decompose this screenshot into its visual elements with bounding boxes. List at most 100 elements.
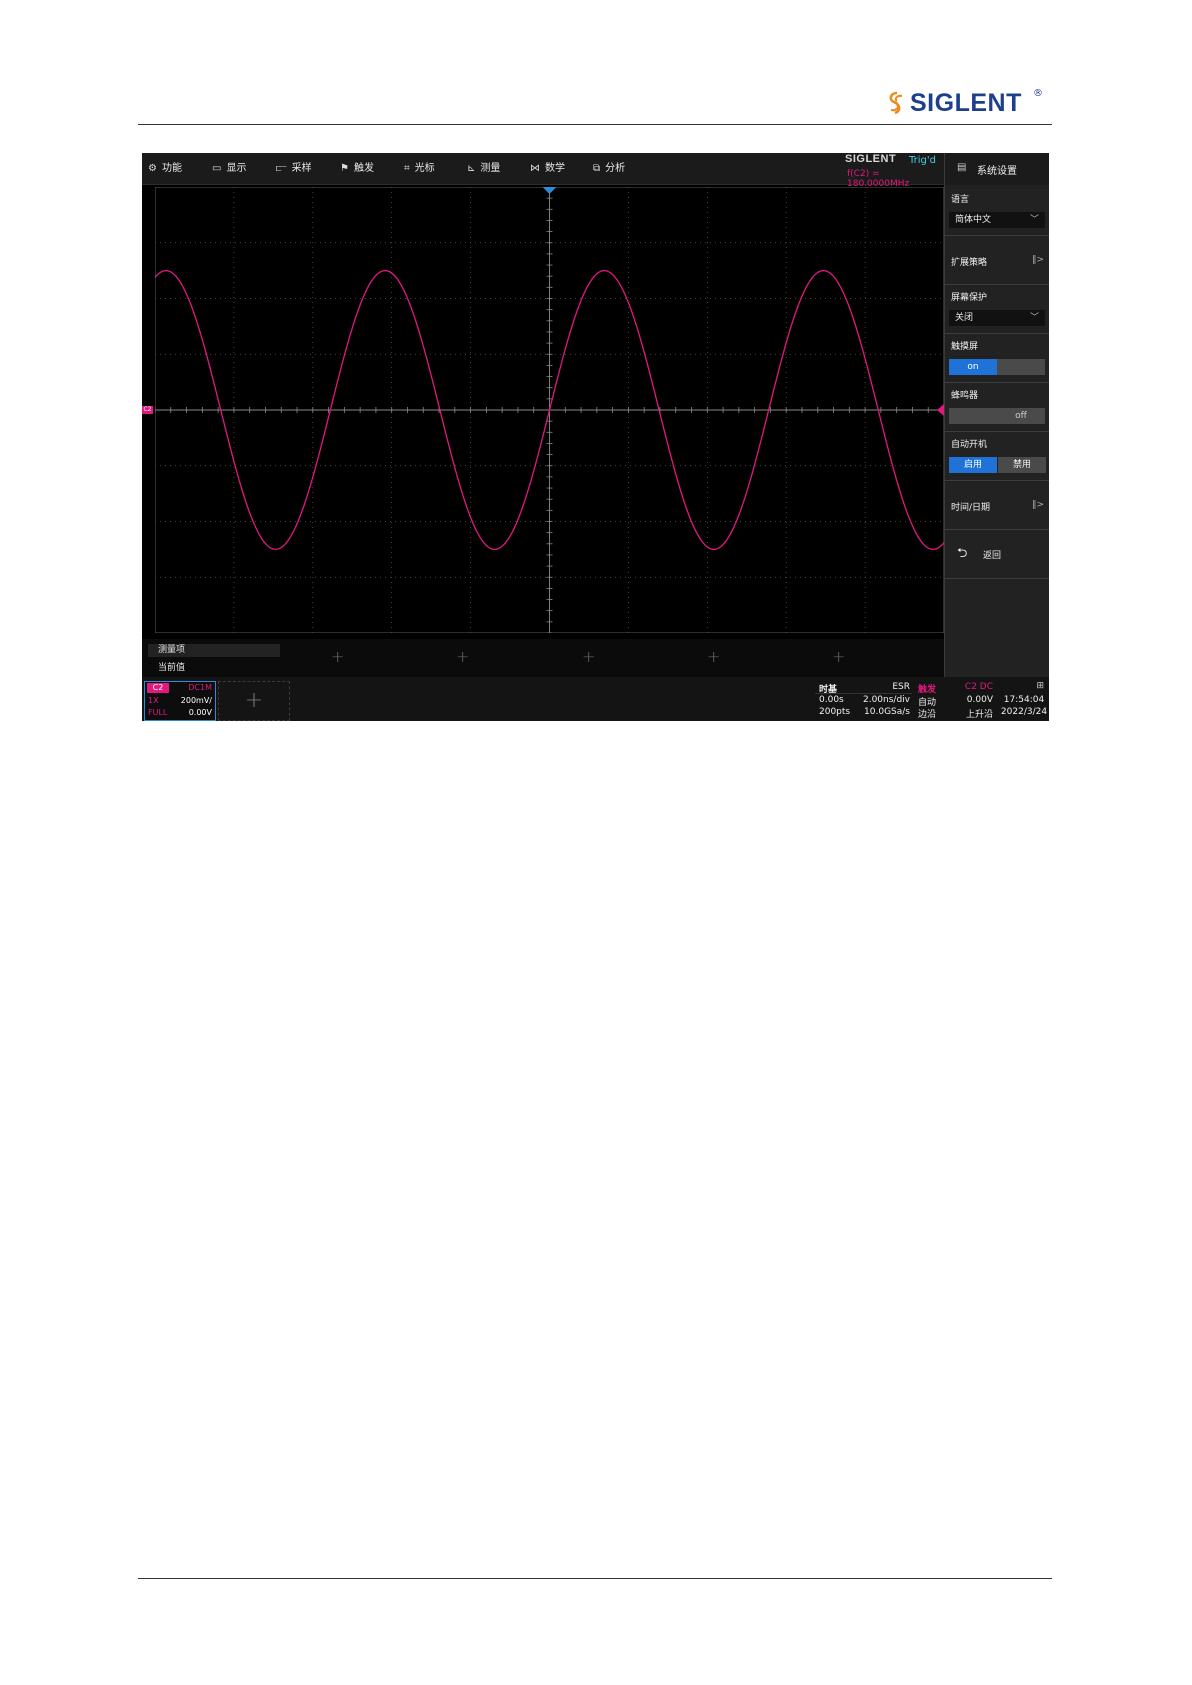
add-channel-button[interactable]: + — [218, 681, 290, 721]
submenu-arrow-icon: ‖> — [1031, 500, 1044, 510]
monitor-icon: ▭ — [212, 163, 222, 174]
menu-item-function[interactable]: ⚙ 功能 — [148, 153, 182, 184]
back-label: 返回 — [983, 551, 1002, 561]
menu-item-measure[interactable]: ⊾ 测量 — [467, 153, 500, 184]
cursor-icon: ⌗ — [404, 163, 410, 174]
menu-item-label: 触发 — [353, 163, 374, 174]
menu-item-math[interactable]: ⋈ 数学 — [530, 153, 565, 184]
measure-icon: ⊾ — [467, 163, 476, 174]
buzzer-toggle[interactable]: off — [949, 408, 1045, 424]
math-icon: ⋈ — [530, 163, 540, 174]
clock-time: 17:54:04 — [1003, 695, 1045, 705]
header-rule — [138, 124, 1052, 125]
timebase-mode: ESR — [892, 682, 910, 692]
add-measure-plus[interactable]: + — [707, 647, 720, 666]
menu-item-label: 功能 — [161, 163, 182, 174]
separator — [945, 333, 1049, 334]
flag-icon: ⚑ — [340, 163, 349, 174]
timebase-points: 200pts — [819, 707, 851, 717]
separator — [945, 284, 1049, 285]
add-measure-plus[interactable]: + — [331, 647, 344, 666]
add-measure-plus[interactable]: + — [832, 647, 845, 666]
datetime-item[interactable]: 时间/日期 ‖> — [945, 481, 1049, 529]
menu-item-display[interactable]: ▭ 显示 — [212, 153, 246, 184]
menu-item-label: 数学 — [545, 163, 565, 174]
menu-item-label: 分析 — [605, 163, 626, 174]
menu-item-analysis[interactable]: ⧉ 分析 — [593, 153, 625, 184]
trigger-level: 0.00V — [966, 695, 993, 705]
timebase-box[interactable]: 时基 ESR 0.00s 2.00ns/div 200pts 10.0GSa/s — [815, 681, 912, 721]
trigger-status: Trig'd — [909, 155, 936, 166]
trigger-source: C2 DC — [964, 682, 993, 692]
system-settings-panel: ▤ 系统设置 语言 简体中文 ﹀ 扩展策略 ‖> 屏幕保护 关闭 ﹀ 触摸屏 o… — [944, 153, 1049, 677]
measure-value-label: 当前值 — [158, 663, 186, 673]
oscilloscope-screen: ⚙ 功能 ▭ 显示 ⫍ 采样 ⚑ 触发 ⌗ 光标 ⊾ 测量 ⋈ 数学 ⧉ 分析 — [142, 153, 1049, 721]
chevron-down-icon: ﹀ — [1029, 215, 1039, 225]
add-measure-plus[interactable]: + — [582, 647, 595, 666]
screensaver-dropdown[interactable]: 关闭 ﹀ — [949, 310, 1045, 326]
trigger-title: 触发 — [918, 685, 937, 695]
timebase-scale: 2.00ns/div — [862, 695, 910, 705]
buzzer-label: 蜂鸣器 — [951, 391, 979, 401]
sampling-icon: ⫍ — [276, 163, 287, 174]
menu-item-acquire[interactable]: ⫍ 采样 — [276, 153, 312, 184]
timebase-sample-rate: 10.0GSa/s — [864, 707, 910, 717]
measure-item-label[interactable]: 测量项 — [148, 644, 280, 657]
channel-2-offset-marker[interactable]: C2 — [142, 406, 153, 414]
channel-probe: 1X — [148, 696, 159, 705]
channel-bandwidth: FULL — [148, 708, 168, 717]
touchscreen-toggle[interactable]: on — [949, 359, 1045, 375]
footer-rule — [138, 1578, 1052, 1579]
add-measure-plus[interactable]: + — [456, 647, 469, 666]
settings-doc-icon: ▤ — [957, 162, 967, 173]
trigger-type: 边沿 — [918, 710, 937, 720]
auto-power-disable[interactable]: 禁用 — [997, 457, 1046, 473]
timebase-divider — [815, 693, 912, 694]
screen-brand: SIGLENT — [845, 153, 897, 165]
datetime-label: 时间/日期 — [951, 503, 991, 513]
auto-power-label: 自动开机 — [951, 440, 988, 450]
waveform-display[interactable] — [155, 187, 944, 633]
language-value: 简体中文 — [955, 215, 992, 225]
measurement-bar: 测量项 当前值 + + + + + — [142, 639, 944, 677]
expand-strategy-item[interactable]: 扩展策略 ‖> — [945, 236, 1049, 284]
clock-date: 2022/3/24 — [1000, 707, 1048, 717]
menu-item-cursor[interactable]: ⌗ 光标 — [404, 153, 435, 184]
touchscreen-label: 触摸屏 — [951, 342, 979, 352]
registered-mark: ® — [1033, 88, 1043, 99]
channel-scale: 200mV/ — [180, 696, 212, 705]
panel-header: ▤ 系统设置 — [945, 153, 1049, 185]
logo-text: SIGLENT — [910, 89, 1022, 117]
channel-2-info-box[interactable]: C2 DC1M 1X 200mV/ FULL 0.00V — [144, 681, 216, 721]
panel-title: 系统设置 — [977, 166, 1017, 177]
channel-name: C2 — [147, 683, 169, 693]
top-menu-bar: ⚙ 功能 ▭ 显示 ⫍ 采样 ⚑ 触发 ⌗ 光标 ⊾ 测量 ⋈ 数学 ⧉ 分析 — [142, 153, 944, 189]
siglent-logo: SIGLENT ® — [886, 86, 1046, 120]
screensaver-value: 关闭 — [955, 313, 974, 323]
gear-icon: ⚙ — [148, 163, 157, 174]
buzzer-off: off — [1015, 411, 1027, 421]
menu-item-label: 测量 — [480, 163, 501, 174]
back-button[interactable]: ⮌ 返回 — [945, 530, 1049, 578]
touchscreen-on: on — [949, 359, 997, 375]
clock-box: ⊞ 17:54:04 2022/3/24 — [1000, 681, 1048, 721]
menu-item-label: 光标 — [414, 163, 435, 174]
channel-coupling: DC1M — [188, 683, 212, 692]
channel-offset: 0.00V — [188, 708, 212, 717]
separator — [945, 382, 1049, 383]
network-icon: ⊞ — [1036, 681, 1044, 691]
separator — [945, 431, 1049, 432]
timebase-delay: 0.00s — [819, 695, 844, 705]
menu-item-label: 显示 — [226, 163, 247, 174]
submenu-arrow-icon: ‖> — [1031, 255, 1044, 265]
frequency-readout: f(C2) = 180.0000MHz — [847, 169, 910, 189]
language-dropdown[interactable]: 简体中文 ﹀ — [949, 212, 1045, 228]
trigger-box[interactable]: 触发 C2 DC 自动 0.00V 边沿 上升沿 — [914, 681, 995, 721]
bottom-status-bar: C2 DC1M 1X 200mV/ FULL 0.00V + 时基 ESR 0.… — [142, 677, 1049, 721]
auto-power-enable[interactable]: 启用 — [949, 457, 997, 473]
separator — [945, 578, 1049, 579]
back-arrow-icon: ⮌ — [957, 546, 968, 561]
menu-item-trigger[interactable]: ⚑ 触发 — [340, 153, 374, 184]
siglent-swirl-icon — [889, 91, 903, 115]
auto-power-selector: 启用 禁用 — [949, 457, 1046, 473]
